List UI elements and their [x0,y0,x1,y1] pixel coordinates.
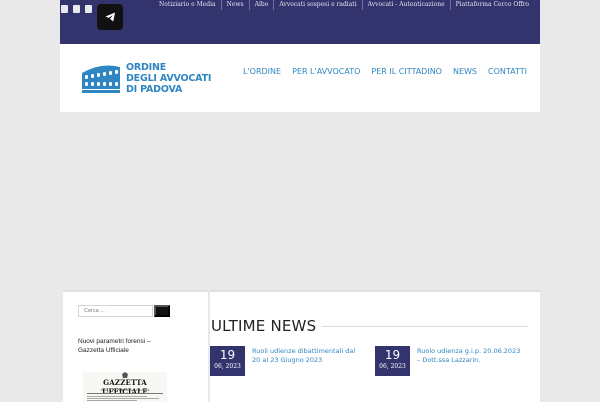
nav-news[interactable]: NEWS [442,67,477,76]
news-heading-rule [322,326,528,327]
sidebar: Nuovi parametri forensi – Gazzetta Uffic… [63,290,208,402]
gazzetta-subtitle: DELLA REPUBBLICA ITALIANA [100,388,150,392]
search-input[interactable] [78,305,153,317]
nav-ordine[interactable]: L'ORDINE [243,67,281,76]
search-form [78,305,170,317]
nav-per-cittadino[interactable]: PER IL CITTADINO [360,67,442,76]
toplink-sospesi[interactable]: Avvocati sospesi e radiati [273,0,361,10]
news-date-day: 19 [384,348,401,362]
gazzetta-rule [87,393,163,394]
logo-line-2: DEGLI AVVOCATI [126,72,212,84]
news-date-month: 06, 2023 [379,363,406,370]
nav-per-avvocato[interactable]: PER L'AVVOCATO [281,67,360,76]
toplink-autenticazione[interactable]: Avvocati - Autenticazione [361,0,450,10]
nav-contatti[interactable]: CONTATTI [477,67,527,76]
social-icon-3[interactable] [85,5,92,13]
toplink-cerco-offro[interactable]: Piattaforma Cerco Offro [449,0,534,10]
news-item-title[interactable]: Ruolo udienza g.i.p. 20.06.2023 – Dott.s… [417,347,522,365]
news-date-badge: 19 06, 2023 [210,346,245,376]
latest-news: ULTIME NEWS 19 06, 2023 Ruoli udienze di… [210,290,540,402]
gazzetta-text-line [87,398,159,399]
toplink-albo[interactable]: Albo [248,0,274,10]
news-date-month: 06, 2023 [214,363,241,370]
gazzetta-text-line [87,400,137,401]
news-item: 19 06, 2023 Ruolo udienza g.i.p. 20.06.2… [375,346,535,376]
site-header: ORDINE DEGLI AVVOCATI DI PADOVA L'ORDINE… [60,44,540,112]
news-item: 19 06, 2023 Ruoli udienze dibattimentali… [210,346,360,376]
news-item-title[interactable]: Ruoli udienze dibattimentali dal 20 al 2… [252,347,357,365]
social-icon-2[interactable] [73,5,80,13]
toplink-notiziario[interactable]: Notiziario e Media [154,0,221,10]
telegram-button[interactable] [97,4,123,30]
sidebar-article-title[interactable]: Nuovi parametri forensi – Gazzetta Uffic… [78,337,178,355]
logo-text: ORDINE DEGLI AVVOCATI DI PADOVA [126,62,211,95]
social-icon-1[interactable] [61,5,68,13]
news-date-day: 19 [219,348,236,362]
toplink-news[interactable]: News [220,0,249,10]
logo-line-1: ORDINE [126,61,167,73]
telegram-icon [105,12,115,22]
search-button[interactable] [154,305,170,317]
news-date-badge: 19 06, 2023 [375,346,410,376]
site-logo[interactable]: ORDINE DEGLI AVVOCATI DI PADOVA [81,60,221,96]
top-bar: Notiziario e Media News Albo Avvocati so… [60,0,540,44]
top-links: Notiziario e Media News Albo Avvocati so… [154,0,534,10]
main-nav: L'ORDINE PER L'AVVOCATO PER IL CITTADINO… [243,67,527,76]
logo-line-3: DI PADOVA [126,83,183,95]
gazzetta-ufficiale-image[interactable]: GAZZETTA UFFICIALE DELLA REPUBBLICA ITAL… [83,372,167,402]
gazzetta-text-line [87,396,147,397]
colosseum-icon [82,65,120,93]
news-heading: ULTIME NEWS [211,317,317,335]
